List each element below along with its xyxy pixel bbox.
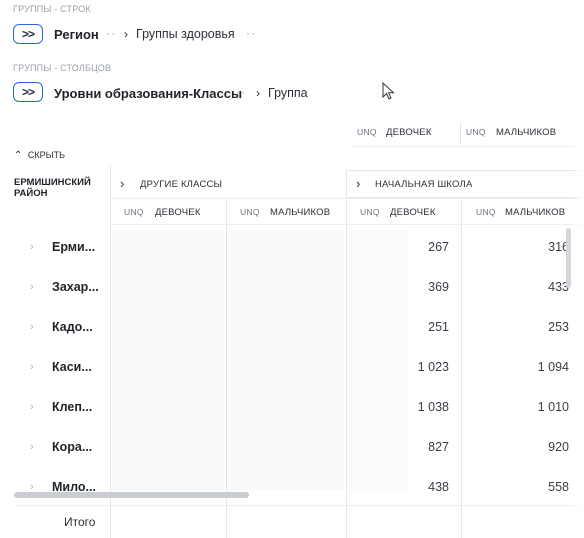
table-row[interactable]: › Захар... 369 433 (14, 270, 584, 310)
row-expand-icon[interactable]: › (30, 361, 34, 373)
row-region-name: Кора... (52, 440, 93, 454)
education-levels-chip[interactable]: Уровни образования-Классы (54, 86, 242, 101)
unq-tag: UNQ (240, 207, 260, 217)
expand-other-classes-icon[interactable]: › (120, 176, 124, 191)
cell-boys: 433 (548, 280, 569, 294)
cell-boys: 1 010 (537, 400, 569, 414)
table-row[interactable]: › Мило... 438 558 (14, 470, 584, 510)
row-region-name: Кадо... (52, 320, 93, 334)
cell-boys: 558 (548, 480, 569, 494)
row-expand-icon[interactable]: › (30, 281, 34, 293)
cell-boys: 1 094 (537, 360, 569, 374)
row-region-name: Каси... (52, 360, 92, 374)
hide-button[interactable]: ⌃ СКРЫТЬ (14, 150, 65, 161)
group-header-primary-school[interactable]: НАЧАЛЬНАЯ ШКОЛА (375, 179, 473, 190)
group-header-other-classes[interactable]: ДРУГИЕ КЛАССЫ (140, 179, 222, 190)
table-row[interactable]: › Ерми... 267 316 (14, 230, 584, 270)
subcolumn-header-boys[interactable]: МАЛЬЧИКОВ (505, 207, 565, 218)
hide-label: СКРЫТЬ (27, 150, 66, 160)
unq-tag: UNQ (124, 207, 144, 217)
row-expand-icon[interactable]: › (30, 321, 34, 333)
table-row[interactable]: › Каси... 1 023 1 094 (14, 350, 584, 390)
cell-girls: 438 (428, 480, 449, 494)
cell-girls: 369 (428, 280, 449, 294)
mouse-cursor-icon (382, 82, 395, 100)
drag-handle-icon[interactable]: ·· (236, 85, 246, 99)
table-row[interactable]: › Кора... 827 920 (14, 430, 584, 470)
cell-girls: 251 (428, 320, 449, 334)
cell-girls: 267 (428, 240, 449, 254)
table-row[interactable]: › Клеп... 1 038 1 010 (14, 390, 584, 430)
row-expand-icon[interactable]: › (30, 401, 34, 413)
expand-primary-school-icon[interactable]: › (356, 176, 360, 191)
unq-tag: UNQ (476, 207, 496, 217)
horizontal-scrollbar[interactable] (14, 492, 249, 498)
rows-expand-button[interactable]: >> (13, 24, 43, 44)
unq-tag: UNQ (360, 207, 380, 217)
row-expand-icon[interactable]: › (30, 241, 34, 253)
cell-girls: 1 038 (417, 400, 449, 414)
drag-handle-icon[interactable]: ·· (106, 26, 116, 40)
chevron-right-icon: › (124, 27, 128, 41)
cell-boys: 920 (548, 440, 569, 454)
rows-section-label: ГРУППЫ - СТРОК (13, 4, 91, 14)
total-label: Итого (64, 515, 96, 529)
column-header-girls[interactable]: ДЕВОЧЕК (386, 127, 432, 138)
cols-section-label: ГРУППЫ - СТОЛБЦОВ (13, 63, 112, 73)
region-header: ЕРМИШИНСКИЙ РАЙОН (14, 177, 91, 199)
group-chip[interactable]: Группа (268, 86, 308, 100)
row-expand-icon[interactable]: › (30, 441, 34, 453)
unq-tag: UNQ (466, 127, 486, 137)
subcolumn-header-girls[interactable]: ДЕВОЧЕК (390, 207, 436, 218)
column-header-boys[interactable]: МАЛЬЧИКОВ (496, 127, 556, 138)
drag-handle-icon[interactable]: ·· (246, 26, 256, 40)
subcolumn-header-boys[interactable]: МАЛЬЧИКОВ (270, 207, 330, 218)
cell-boys: 253 (548, 320, 569, 334)
row-region-name: Захар... (52, 280, 99, 294)
subcolumn-header-girls[interactable]: ДЕВОЧЕК (155, 207, 201, 218)
region-chip[interactable]: Регион (54, 27, 99, 42)
unq-tag: UNQ (357, 127, 377, 137)
row-region-name: Ерми... (52, 240, 96, 254)
health-groups-chip[interactable]: Группы здоровья (136, 27, 235, 41)
chevron-right-icon: › (256, 86, 260, 100)
chevron-up-icon: ⌃ (14, 150, 23, 161)
table-row[interactable]: › Кадо... 251 253 (14, 310, 584, 350)
row-region-name: Клеп... (52, 400, 93, 414)
cell-boys: 316 (548, 240, 569, 254)
cols-expand-button[interactable]: >> (13, 82, 43, 102)
cell-girls: 827 (428, 440, 449, 454)
cell-girls: 1 023 (417, 360, 449, 374)
